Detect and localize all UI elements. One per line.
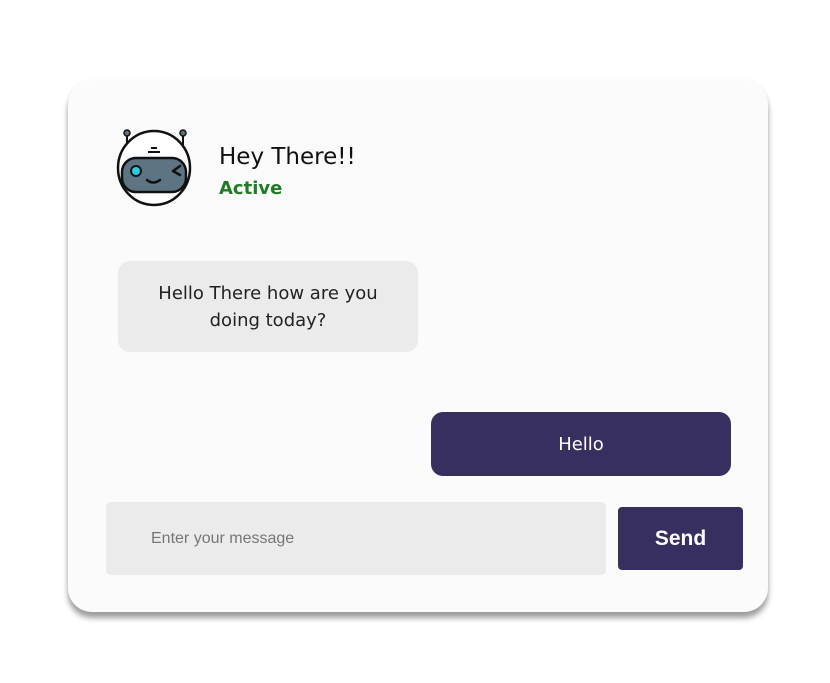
send-button[interactable]: Send [618, 507, 743, 570]
status-label: Active [219, 178, 283, 199]
message-input[interactable] [106, 502, 606, 575]
chat-card: Hey There!! Active Hello There how are y… [68, 81, 768, 612]
bot-message-bubble: Hello There how are you doing today? [118, 261, 418, 352]
user-message-bubble: Hello [431, 412, 731, 476]
robot-icon [116, 129, 194, 209]
chat-title: Hey There!! [219, 144, 356, 170]
